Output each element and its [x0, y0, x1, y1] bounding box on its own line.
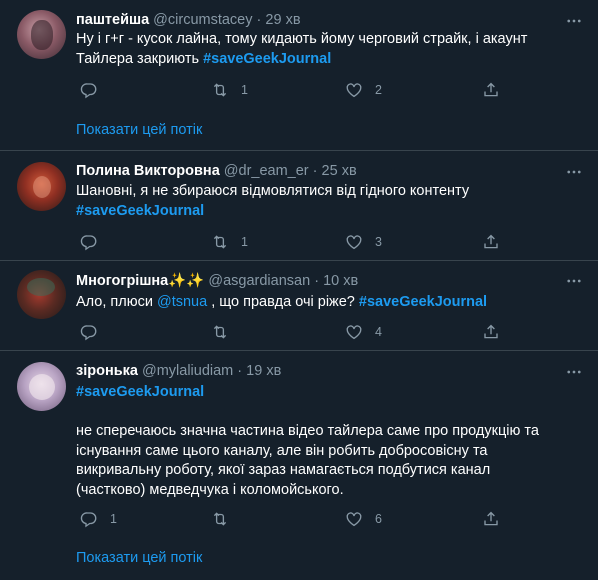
- tweet-text-paragraph: не сперечаюсь значна частина відео тайле…: [76, 423, 539, 498]
- reply-icon: [80, 233, 98, 251]
- like-button[interactable]: 3: [345, 232, 382, 252]
- timestamp[interactable]: 29 хв: [265, 12, 300, 28]
- reply-count: 1: [110, 512, 117, 526]
- heart-icon: [345, 510, 363, 528]
- tweet-4[interactable]: зіронька @mylaliudiam · 19 хв #saveGeekJ…: [0, 351, 598, 580]
- author-name[interactable]: Полина Викторовна: [76, 163, 220, 179]
- heart-icon: [345, 323, 363, 341]
- share-button[interactable]: [482, 232, 500, 252]
- tweet-text-plain: Шановні, я не збираюся відмовлятися від …: [76, 183, 470, 199]
- separator: ·: [237, 363, 243, 379]
- share-icon: [482, 510, 500, 528]
- like-button[interactable]: 4: [345, 322, 382, 342]
- retweet-count: 1: [241, 83, 248, 97]
- action-bar: 1 6: [76, 509, 516, 529]
- share-icon: [482, 81, 500, 99]
- reply-icon: [80, 510, 98, 528]
- like-count: 4: [375, 325, 382, 339]
- action-bar: 4: [76, 322, 516, 342]
- timestamp[interactable]: 19 хв: [246, 363, 281, 379]
- timestamp[interactable]: 25 хв: [322, 163, 357, 179]
- reply-icon: [80, 323, 98, 341]
- retweet-button[interactable]: 1: [211, 232, 248, 252]
- avatar[interactable]: [17, 162, 66, 211]
- share-button[interactable]: [482, 80, 500, 100]
- author-handle[interactable]: @circumstacey: [153, 12, 252, 28]
- hashtag-link[interactable]: #saveGeekJournal: [203, 51, 331, 67]
- author-handle[interactable]: @asgardiansan: [208, 273, 310, 289]
- tweet-header: зіронька @mylaliudiam · 19 хв: [76, 363, 281, 379]
- like-count: 6: [375, 512, 382, 526]
- show-thread-link[interactable]: Показати цей потік: [76, 122, 202, 138]
- author-handle[interactable]: @dr_eam_er: [224, 163, 309, 179]
- like-count: 2: [375, 83, 382, 97]
- show-thread-link[interactable]: Показати цей потік: [76, 550, 202, 566]
- tweet-3[interactable]: Многогрішна✨✨ @asgardiansan · 10 хв Ало,…: [0, 261, 598, 351]
- action-bar: 1 2: [76, 80, 516, 100]
- avatar[interactable]: [17, 10, 66, 59]
- reply-button[interactable]: [80, 232, 110, 252]
- retweet-icon: [211, 323, 229, 341]
- tweet-2[interactable]: Полина Викторовна @dr_eam_er · 25 хв Шан…: [0, 151, 598, 261]
- tweet-text-before: Ало, плюси: [76, 294, 157, 310]
- more-dots-icon[interactable]: [564, 162, 584, 182]
- retweet-button[interactable]: 1: [211, 80, 248, 100]
- author-name[interactable]: зіронька: [76, 363, 138, 379]
- reply-button[interactable]: 1: [80, 509, 117, 529]
- tweet-header: паштейша @circumstacey · 29 хв: [76, 12, 301, 28]
- like-button[interactable]: 2: [345, 80, 382, 100]
- reply-button[interactable]: [80, 80, 110, 100]
- like-count: 3: [375, 235, 382, 249]
- timestamp[interactable]: 10 хв: [323, 273, 358, 289]
- hashtag-link[interactable]: #saveGeekJournal: [76, 202, 576, 222]
- name-emoji: ✨✨: [168, 273, 205, 289]
- tweet-1[interactable]: паштейша @circumstacey · 29 хв Ну і г+г …: [0, 0, 598, 151]
- more-dots-icon[interactable]: [564, 11, 584, 31]
- mention-link[interactable]: @tsnua: [157, 294, 207, 310]
- separator: ·: [256, 12, 262, 28]
- tweet-header: Многогрішна✨✨ @asgardiansan · 10 хв: [76, 272, 358, 289]
- retweet-icon: [211, 233, 229, 251]
- tweet-text: #saveGeekJournal не сперечаюсь значна ча…: [76, 383, 576, 500]
- retweet-icon: [211, 81, 229, 99]
- retweet-button[interactable]: [211, 322, 241, 342]
- action-bar: 1 3: [76, 232, 516, 252]
- reply-icon: [80, 81, 98, 99]
- heart-icon: [345, 81, 363, 99]
- avatar[interactable]: [17, 362, 66, 411]
- tweet-text: Ало, плюси @tsnua , що правда очі ріже? …: [76, 293, 576, 313]
- separator: ·: [314, 273, 320, 289]
- tweet-text: Шановні, я не збираюся відмовлятися від …: [76, 182, 576, 221]
- reply-button[interactable]: [80, 322, 110, 342]
- more-dots-icon[interactable]: [564, 271, 584, 291]
- share-button[interactable]: [482, 509, 500, 529]
- separator: ·: [312, 163, 318, 179]
- avatar[interactable]: [17, 270, 66, 319]
- author-handle[interactable]: @mylaliudiam: [142, 363, 233, 379]
- more-dots-icon[interactable]: [564, 362, 584, 382]
- retweet-icon: [211, 510, 229, 528]
- share-icon: [482, 233, 500, 251]
- heart-icon: [345, 233, 363, 251]
- author-name[interactable]: паштейша: [76, 12, 149, 28]
- tweet-text: Ну і г+г - кусок лайна, тому кидають йом…: [76, 30, 576, 69]
- share-icon: [482, 323, 500, 341]
- tweet-header: Полина Викторовна @dr_eam_er · 25 хв: [76, 163, 357, 179]
- retweet-button[interactable]: [211, 509, 241, 529]
- retweet-count: 1: [241, 235, 248, 249]
- tweet-text-after: , що правда очі ріже?: [207, 294, 359, 310]
- share-button[interactable]: [482, 322, 500, 342]
- hashtag-link[interactable]: #saveGeekJournal: [76, 383, 576, 403]
- author-name[interactable]: Многогрішна: [76, 273, 168, 289]
- hashtag-link[interactable]: #saveGeekJournal: [359, 294, 487, 310]
- like-button[interactable]: 6: [345, 509, 382, 529]
